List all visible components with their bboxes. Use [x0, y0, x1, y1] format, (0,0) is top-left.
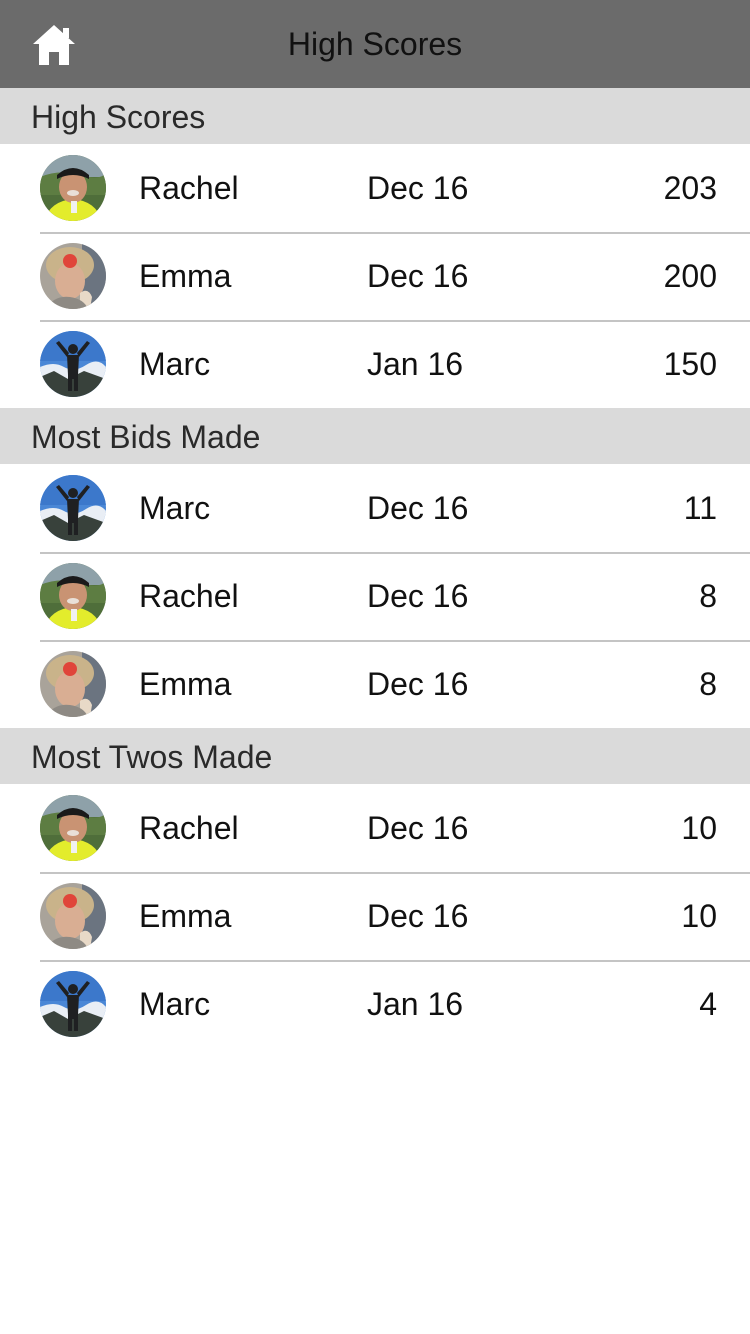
rachel-avatar	[40, 155, 106, 221]
list-item[interactable]: Rachel Dec 16 10	[0, 784, 750, 872]
list-item[interactable]: Marc Dec 16 11	[0, 464, 750, 552]
marc-avatar	[40, 971, 106, 1037]
marc-avatar	[40, 475, 106, 541]
section-header: High Scores	[0, 88, 750, 144]
player-name: Emma	[139, 898, 232, 934]
list-item[interactable]: Emma Dec 16 10	[0, 872, 750, 960]
score-value: 11	[683, 490, 717, 526]
score-date: Dec 16	[367, 810, 469, 846]
score-date: Dec 16	[367, 258, 469, 294]
player-name: Marc	[139, 490, 211, 526]
list-item[interactable]: Marc Jan 16 4	[0, 960, 750, 1048]
section-most-twos-made: Most Twos Made Rachel Dec 16 10 Emma Dec…	[0, 728, 750, 1048]
marc-avatar	[40, 331, 106, 397]
score-date: Dec 16	[367, 578, 469, 614]
list-item[interactable]: Marc Jan 16 150	[0, 320, 750, 408]
rachel-avatar	[40, 563, 106, 629]
list-item[interactable]: Rachel Dec 16 203	[0, 144, 750, 232]
player-name: Marc	[139, 346, 211, 382]
section-header: Most Bids Made	[0, 408, 750, 464]
section-title: High Scores	[31, 99, 206, 135]
player-name: Rachel	[139, 170, 239, 206]
score-value: 150	[663, 346, 717, 382]
section-title: Most Bids Made	[31, 419, 261, 455]
rachel-avatar	[40, 795, 106, 861]
section-high-scores: High Scores Rachel Dec 16 203 Emma Dec 1…	[0, 88, 750, 408]
section-title: Most Twos Made	[31, 739, 273, 775]
score-date: Dec 16	[367, 898, 469, 934]
score-date: Dec 16	[367, 490, 469, 526]
score-value: 200	[663, 258, 717, 294]
player-name: Emma	[139, 258, 232, 294]
emma-avatar	[40, 883, 106, 949]
score-value: 8	[699, 578, 717, 614]
list-item[interactable]: Rachel Dec 16 8	[0, 552, 750, 640]
list-item[interactable]: Emma Dec 16 8	[0, 640, 750, 728]
player-name: Rachel	[139, 578, 239, 614]
page-title: High Scores	[287, 26, 463, 62]
emma-avatar	[40, 243, 106, 309]
score-value: 10	[681, 898, 717, 934]
list-item[interactable]: Emma Dec 16 200	[0, 232, 750, 320]
score-value: 203	[663, 170, 717, 206]
score-date: Jan 16	[367, 986, 464, 1022]
score-date: Jan 16	[367, 346, 464, 382]
score-value: 8	[699, 666, 717, 702]
score-value: 4	[699, 986, 717, 1022]
score-date: Dec 16	[367, 170, 469, 206]
section-most-bids-made: Most Bids Made Marc Dec 16 11 Rachel Dec…	[0, 408, 750, 728]
score-date: Dec 16	[367, 666, 469, 702]
nav-bar: High Scores	[0, 0, 750, 88]
emma-avatar	[40, 651, 106, 717]
score-value: 10	[681, 810, 717, 846]
player-name: Emma	[139, 666, 232, 702]
player-name: Marc	[139, 986, 211, 1022]
player-name: Rachel	[139, 810, 239, 846]
section-header: Most Twos Made	[0, 728, 750, 784]
